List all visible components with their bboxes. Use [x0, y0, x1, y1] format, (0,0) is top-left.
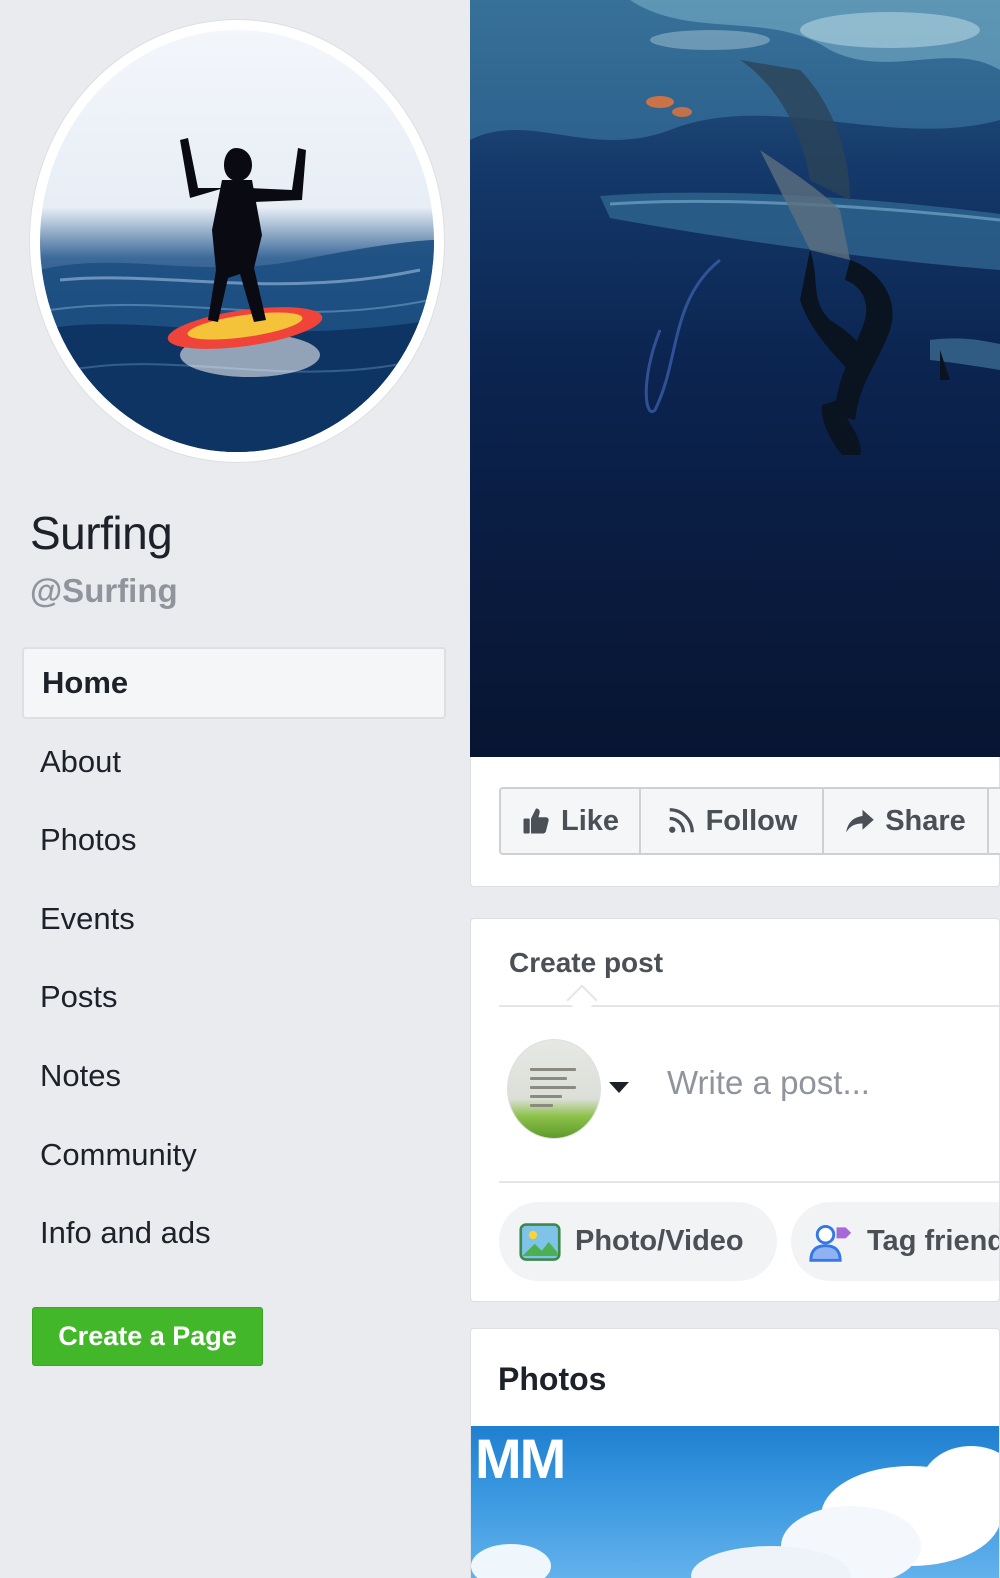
- rss-follow-icon: [668, 808, 694, 833]
- nav-item-photos[interactable]: Photos: [22, 804, 446, 876]
- page-actions-card: Like Follow Share: [470, 757, 1000, 887]
- share-label: Share: [885, 804, 966, 837]
- like-label: Like: [560, 804, 620, 837]
- page-title: Surfing: [30, 507, 173, 559]
- caret-down-icon[interactable]: [609, 1082, 629, 1093]
- page-actions-bar: Like Follow Share: [499, 787, 1000, 855]
- profile-picture-image: [40, 30, 434, 452]
- cover-photo[interactable]: [470, 0, 1000, 757]
- nav-item-info-and-ads[interactable]: Info and ads: [22, 1197, 446, 1269]
- nav-item-posts[interactable]: Posts: [22, 961, 446, 1033]
- share-button[interactable]: Share: [824, 789, 989, 853]
- tag-friends-icon: [809, 1224, 852, 1262]
- like-icon: [523, 808, 549, 834]
- page-nav: Home About Photos Events Posts Notes Com…: [22, 647, 446, 1276]
- photo-thumbnail[interactable]: MM: [471, 1426, 999, 1578]
- write-post-input[interactable]: Write a post...: [667, 1064, 870, 1102]
- follow-label: Follow: [705, 804, 798, 837]
- tab-create-post[interactable]: Create post: [509, 947, 663, 979]
- divider: [499, 1181, 999, 1183]
- nav-item-events[interactable]: Events: [22, 883, 446, 955]
- create-post-tabs: Create post: [499, 919, 999, 1016]
- create-page-button[interactable]: Create a Page: [32, 1307, 263, 1366]
- composer-avatar[interactable]: [507, 1039, 601, 1139]
- follow-button[interactable]: Follow: [641, 789, 824, 853]
- nav-item-notes[interactable]: Notes: [22, 1040, 446, 1112]
- photo-thumbnail-text: MM: [475, 1427, 566, 1490]
- page-handle[interactable]: @Surfing: [30, 572, 178, 610]
- photo-video-button[interactable]: Photo/Video: [499, 1202, 777, 1281]
- tag-friends-button[interactable]: Tag friends: [791, 1202, 999, 1281]
- photos-heading: Photos: [498, 1361, 607, 1397]
- nav-item-community[interactable]: Community: [22, 1119, 446, 1191]
- tab-pointer: [566, 984, 598, 1016]
- nav-item-about[interactable]: About: [22, 726, 446, 798]
- share-arrow-icon: [846, 809, 874, 833]
- left-column: Surfing @Surfing Home About Photos Event…: [0, 0, 470, 1578]
- photo-video-icon: [519, 1222, 561, 1261]
- photos-card: Photos MM: [470, 1328, 1000, 1578]
- like-button[interactable]: Like: [501, 789, 641, 853]
- tag-friends-label: Tag friends: [867, 1225, 999, 1257]
- create-post-card: Create post Write a post... Photo/Video …: [470, 918, 1000, 1302]
- profile-picture[interactable]: [30, 20, 444, 462]
- nav-item-home[interactable]: Home: [22, 647, 446, 719]
- photo-video-label: Photo/Video: [575, 1225, 744, 1257]
